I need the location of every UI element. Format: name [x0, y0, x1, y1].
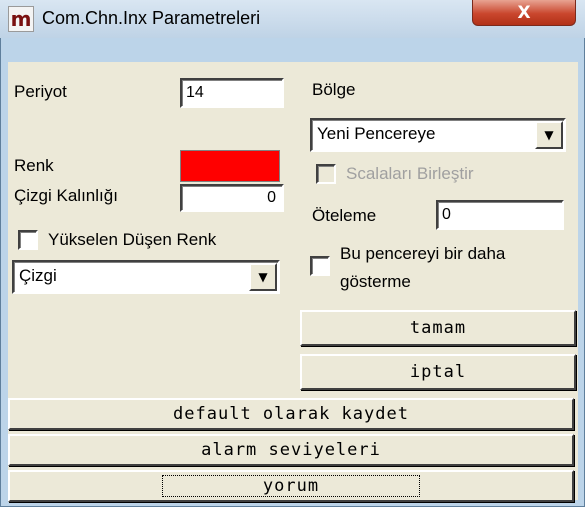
scalalari-birlestir-checkbox[interactable] [316, 164, 336, 184]
yorum-button-label: yorum [161, 475, 421, 497]
yorum-button[interactable]: yorum [8, 470, 574, 502]
yukselen-dusen-label: Yükselen Düşen Renk [48, 230, 217, 249]
bu-pencere-checkbox[interactable] [310, 256, 330, 276]
window-title: Com.Chn.Inx Parametreleri [42, 8, 261, 28]
bolge-label: Bölge [312, 80, 356, 99]
style-combo-value: Çizgi [19, 266, 57, 285]
tamam-button[interactable]: tamam [300, 310, 576, 346]
oteleme-label: Öteleme [312, 206, 377, 225]
renk-label: Renk [14, 156, 54, 175]
title-bar[interactable]: m Com.Chn.Inx Parametreleri X [0, 0, 585, 38]
app-icon: m [8, 6, 34, 32]
close-button[interactable]: X [472, 0, 576, 26]
chevron-down-icon[interactable]: ▼ [249, 263, 277, 291]
alarm-seviyeleri-button-label: alarm seviyeleri [201, 440, 381, 460]
default-kaydet-button[interactable]: default olarak kaydet [8, 398, 574, 430]
periyot-input[interactable]: 14 [180, 78, 284, 108]
cizgi-kalinligi-label: Çizgi Kalınlığı [14, 186, 118, 205]
close-icon: X [517, 2, 531, 23]
style-combo[interactable]: Çizgi ▼ [12, 260, 280, 294]
chevron-down-icon[interactable]: ▼ [535, 121, 563, 149]
bolge-combo[interactable]: Yeni Pencereye ▼ [310, 118, 566, 152]
iptal-button[interactable]: iptal [300, 354, 576, 390]
tamam-button-label: tamam [409, 318, 467, 338]
bu-pencere-label-line2: gösterme [340, 272, 411, 291]
bolge-combo-value: Yeni Pencereye [317, 124, 436, 143]
iptal-button-label: iptal [409, 362, 467, 382]
yukselen-dusen-checkbox[interactable] [18, 230, 38, 250]
cizgi-kalinligi-input[interactable]: 0 [180, 184, 284, 212]
periyot-label: Periyot [14, 82, 67, 101]
scalalari-birlestir-label: Scalaları Birleştir [346, 164, 474, 183]
oteleme-input[interactable]: 0 [436, 200, 564, 230]
alarm-seviyeleri-button[interactable]: alarm seviyeleri [8, 434, 574, 466]
bu-pencere-label-line1: Bu pencereyi bir daha [340, 244, 506, 263]
default-kaydet-button-label: default olarak kaydet [173, 404, 409, 424]
renk-color-swatch[interactable] [180, 150, 280, 182]
